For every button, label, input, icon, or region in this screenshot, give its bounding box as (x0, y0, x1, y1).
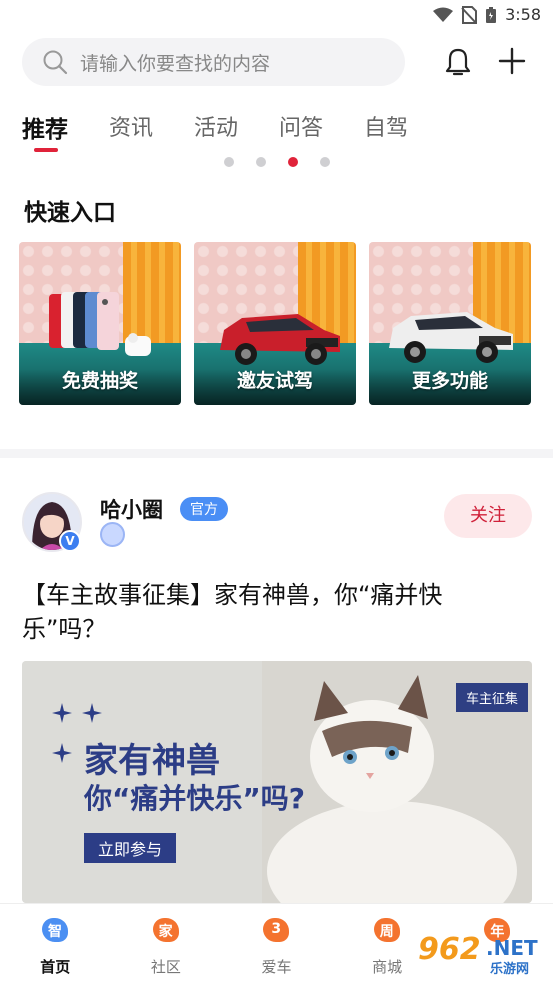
search-row: 请输入你要查找的内容 (22, 38, 532, 86)
status-time: 3:58 (505, 5, 541, 24)
watermark-site: 乐游网 (490, 962, 530, 977)
banner-join-button[interactable]: 立即参与 (84, 833, 177, 863)
banner-headline: 家有神兽 (84, 741, 220, 781)
nav-my-car[interactable]: 3 爱车 (221, 904, 332, 983)
level-badge-icon (100, 522, 125, 547)
quick-entry-label: 免费抽奖 (61, 370, 138, 392)
watermark-logo: 962 .NET 乐游网 (418, 932, 548, 978)
status-icons: 3:58 (433, 5, 541, 24)
nav-community[interactable]: 家 社区 (111, 904, 222, 983)
status-bar: 3:58 (0, 0, 553, 34)
nav-label: 首页 (40, 958, 71, 976)
nav-home[interactable]: 智 首页 (0, 904, 111, 983)
community-icon: 家 (149, 915, 183, 945)
official-badge: 官方 (180, 497, 228, 521)
quick-entry-more[interactable]: 更多功能 (369, 242, 531, 405)
banner-tag: 车主征集 (455, 683, 528, 712)
battery-icon (486, 6, 497, 23)
nav-icon-glyph: 3 (271, 921, 282, 937)
section-divider (0, 449, 553, 458)
tab-recommend[interactable]: 推荐 (22, 110, 68, 160)
quick-entry-label: 更多功能 (411, 370, 488, 392)
nav-label: 爱车 (261, 958, 292, 976)
no-sim-icon (461, 5, 478, 24)
tab-events[interactable]: 活动 (194, 110, 238, 160)
nav-icon-glyph: 家 (158, 924, 173, 940)
quick-entry-label: 邀友试驾 (236, 370, 313, 392)
add-button[interactable] (498, 47, 526, 79)
category-tabs: 推荐 资讯 活动 问答 自驾 (22, 110, 449, 160)
follow-button[interactable]: 关注 (444, 494, 532, 538)
verified-badge: V (59, 530, 81, 552)
watermark-number: 962 (418, 932, 481, 967)
carousel-dot[interactable] (320, 157, 330, 167)
post-banner-image[interactable]: 车主征集 家有神兽 你“痛并快乐”吗? 立即参与 (22, 661, 532, 903)
carousel-indicator (224, 157, 330, 167)
watermark-suffix: .NET (486, 936, 538, 960)
tab-qa[interactable]: 问答 (279, 110, 323, 160)
home-icon: 智 (38, 915, 72, 945)
wifi-icon (433, 7, 454, 22)
plus-icon (498, 47, 526, 75)
search-icon (43, 50, 68, 75)
nav-icon-glyph: 智 (48, 924, 62, 940)
post-header: V 哈小圈 官方 关注 (22, 492, 532, 554)
tab-news[interactable]: 资讯 (109, 110, 153, 160)
carousel-dot[interactable] (224, 157, 234, 167)
tab-self-drive[interactable]: 自驾 (364, 110, 408, 160)
nav-icon-glyph: 周 (379, 924, 394, 940)
post-title[interactable]: 【车主故事征集】家有神兽，你“痛并快乐”吗？ (22, 578, 522, 646)
banner-subline: 你“痛并快乐”吗? (84, 782, 306, 815)
search-input[interactable]: 请输入你要查找的内容 (22, 38, 405, 86)
search-placeholder: 请输入你要查找的内容 (80, 52, 271, 75)
carousel-dot-active[interactable] (288, 157, 298, 167)
bell-icon (445, 48, 471, 76)
carousel-dot[interactable] (256, 157, 266, 167)
notification-button[interactable] (444, 47, 472, 81)
car-icon: 3 (259, 915, 293, 945)
quick-entry-lottery[interactable]: 免费抽奖 (19, 242, 181, 405)
nav-label: 社区 (150, 958, 181, 976)
quick-entry-title: 快速入口 (24, 200, 116, 226)
post-author-name[interactable]: 哈小圈 (100, 494, 163, 524)
quick-entry-cards: 免费抽奖 邀友试驾 更多功能 (19, 242, 531, 405)
quick-entry-test-drive[interactable]: 邀友试驾 (194, 242, 356, 405)
mall-icon: 周 (370, 915, 404, 945)
